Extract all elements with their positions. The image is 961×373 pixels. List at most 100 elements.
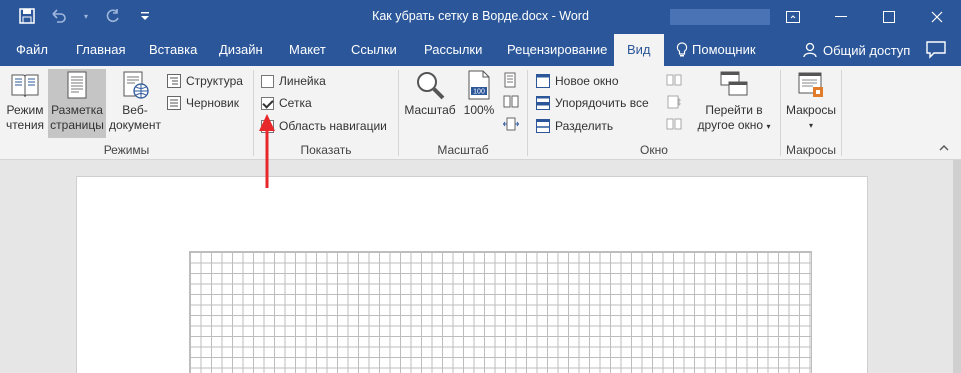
group-label-macros: Макросы xyxy=(785,143,837,157)
draft-button[interactable]: Черновик xyxy=(167,93,239,113)
one-page-button[interactable] xyxy=(503,70,517,90)
switch-windows-label-1: Перейти в xyxy=(705,103,763,117)
print-layout-button[interactable]: Разметка страницы xyxy=(48,69,106,138)
switch-windows-button[interactable]: Перейти в другое окно ▾ xyxy=(692,69,776,134)
draft-label: Черновик xyxy=(186,96,239,110)
side-by-side-icon xyxy=(666,74,682,86)
document-area xyxy=(0,160,961,373)
gridlines-check[interactable] xyxy=(261,96,274,110)
split-icon xyxy=(536,119,550,133)
zoom-button[interactable]: Масштаб xyxy=(403,69,457,118)
zoom-100-icon: 100 xyxy=(468,70,490,100)
page-width-button[interactable] xyxy=(503,114,519,134)
share-button[interactable]: Общий доступ xyxy=(803,34,910,66)
multiple-pages-button[interactable] xyxy=(503,92,519,112)
outline-label: Структура xyxy=(186,74,243,88)
account-name-redacted xyxy=(670,9,770,25)
page-width-icon xyxy=(503,117,519,131)
gridlines-checkbox[interactable]: Сетка xyxy=(261,93,312,113)
print-layout-label-2: страницы xyxy=(50,118,104,132)
chevron-down-icon: ▾ xyxy=(808,121,813,130)
tab-layout[interactable]: Макет xyxy=(289,34,326,66)
group-macros: Макросы ▾ Макросы xyxy=(781,66,841,160)
window-controls xyxy=(769,0,961,34)
minimize-icon[interactable] xyxy=(817,0,865,34)
web-layout-button[interactable]: Веб- документ xyxy=(108,69,162,133)
macros-label: Макросы xyxy=(785,103,837,117)
document-page[interactable] xyxy=(76,176,868,373)
web-layout-label-2: документ xyxy=(109,118,161,132)
gridlines-label: Сетка xyxy=(279,96,312,110)
ribbon-display-options-icon[interactable] xyxy=(769,0,817,34)
group-separator xyxy=(841,70,842,156)
group-views: Режим чтения Разметка страницы Веб- доку… xyxy=(0,66,253,160)
group-zoom: Масштаб 100 100% Масштаб xyxy=(399,66,527,160)
ruler-label: Линейка xyxy=(279,74,326,88)
outline-button[interactable]: Структура xyxy=(167,71,243,91)
maximize-icon[interactable] xyxy=(865,0,913,34)
macros-button[interactable]: Макросы ▾ xyxy=(783,69,839,133)
reset-window-position-button[interactable] xyxy=(666,114,682,134)
comments-icon[interactable] xyxy=(925,40,947,60)
read-mode-button[interactable]: Режим чтения xyxy=(4,69,46,133)
tab-insert[interactable]: Вставка xyxy=(149,34,197,66)
read-mode-label-2: чтения xyxy=(5,118,45,132)
view-side-by-side-button[interactable] xyxy=(666,70,682,90)
group-label-zoom: Масштаб xyxy=(437,143,489,157)
new-window-button[interactable]: Новое окно xyxy=(536,71,619,91)
lightbulb-icon xyxy=(676,42,688,57)
close-icon[interactable] xyxy=(913,0,961,34)
split-button[interactable]: Разделить xyxy=(536,116,613,136)
reset-window-icon xyxy=(666,118,682,130)
draft-icon xyxy=(167,96,181,110)
arrange-all-icon xyxy=(536,96,550,110)
new-window-icon xyxy=(536,74,550,88)
web-page-icon xyxy=(123,71,149,99)
switch-windows-icon xyxy=(720,71,748,96)
switch-windows-label-2: другое окно ▾ xyxy=(698,118,771,134)
navigation-pane-label: Область навигации xyxy=(279,119,387,133)
person-icon xyxy=(803,42,817,58)
one-page-icon xyxy=(504,72,516,88)
print-layout-label-1: Разметка xyxy=(51,103,103,117)
ruler-check[interactable] xyxy=(261,74,274,88)
chevron-down-icon: ▾ xyxy=(766,122,771,131)
zoom-label: Масштаб xyxy=(404,103,456,117)
title-bar: ▾ Как убрать сетку в Ворде.docx - Word xyxy=(0,0,961,34)
tab-mailings[interactable]: Рассылки xyxy=(424,34,482,66)
navigation-pane-checkbox[interactable]: Область навигации xyxy=(261,116,387,136)
zoom-100-button[interactable]: 100 100% xyxy=(461,69,497,118)
gridlines xyxy=(189,251,812,373)
zoom-100-label: 100% xyxy=(463,103,495,117)
ribbon-tabs: Файл Главная Вставка Дизайн Макет Ссылки… xyxy=(0,34,961,66)
new-window-label: Новое окно xyxy=(555,74,619,88)
tell-me-label: Помощник xyxy=(692,42,756,57)
collapse-ribbon-icon[interactable] xyxy=(939,140,949,154)
book-icon xyxy=(11,74,39,98)
ruler-checkbox[interactable]: Линейка xyxy=(261,71,326,91)
tab-design[interactable]: Дизайн xyxy=(219,34,263,66)
switch-windows-label-text: другое окно xyxy=(697,118,764,132)
tab-references[interactable]: Ссылки xyxy=(351,34,397,66)
page-icon xyxy=(67,71,87,99)
group-label-window: Окно xyxy=(640,143,668,157)
macros-icon xyxy=(798,72,823,97)
tab-review[interactable]: Рецензирование xyxy=(507,34,607,66)
group-window: Новое окно Упорядочить все Разделить Пер… xyxy=(528,66,780,160)
sync-scroll-icon xyxy=(667,95,681,109)
arrange-all-label: Упорядочить все xyxy=(555,96,649,110)
tab-file[interactable]: Файл xyxy=(16,34,48,66)
annotation-arrow xyxy=(259,114,275,188)
synchronous-scrolling-button[interactable] xyxy=(666,92,682,112)
multiple-pages-icon xyxy=(503,95,519,108)
vertical-scrollbar[interactable] xyxy=(953,160,961,373)
arrange-all-button[interactable]: Упорядочить все xyxy=(536,93,649,113)
read-mode-label-1: Режим xyxy=(6,103,44,117)
ribbon: Режим чтения Разметка страницы Веб- доку… xyxy=(0,66,961,160)
zoom-100-icon-text: 100 xyxy=(473,89,485,96)
tab-tell-me[interactable]: Помощник xyxy=(676,34,756,66)
group-label-views: Режимы xyxy=(103,143,150,157)
magnifier-icon xyxy=(417,72,445,100)
tab-home[interactable]: Главная xyxy=(76,34,125,66)
tab-view[interactable]: Вид xyxy=(614,34,664,66)
